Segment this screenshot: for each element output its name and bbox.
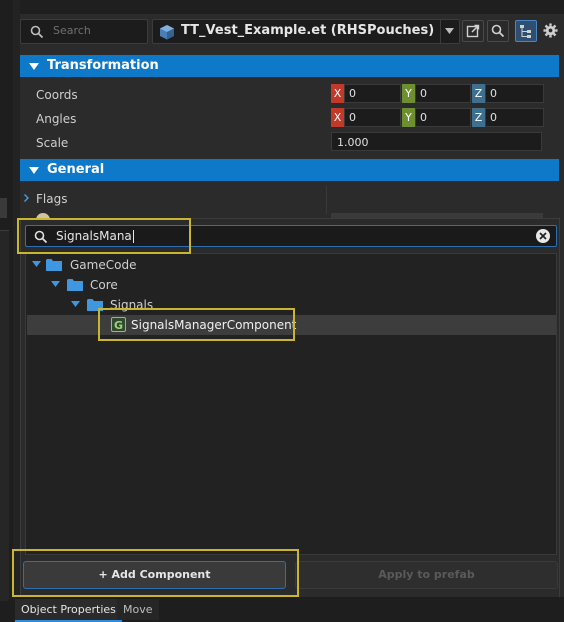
entity-dropdown-arrow[interactable] (440, 20, 459, 43)
object-search-input[interactable]: Search (20, 19, 148, 44)
tree-item-label: Core (90, 278, 118, 292)
settings-button[interactable] (540, 20, 560, 40)
axis-z-badge: Z (472, 108, 485, 127)
hierarchy-button[interactable] (515, 20, 537, 42)
entity-cube-icon (160, 25, 174, 40)
coords-x-input[interactable]: 0 (344, 84, 401, 103)
expand-triangle-icon (71, 301, 80, 307)
clear-search-button[interactable] (536, 229, 550, 243)
general-header[interactable]: General (20, 159, 559, 181)
column-divider (326, 186, 327, 214)
axis-x-badge: X (331, 84, 344, 103)
search-icon (30, 25, 44, 39)
entity-selector[interactable]: TT_Vest_Example.et (RHSPouches) (152, 19, 460, 44)
chevron-right-icon (24, 194, 29, 202)
axis-x-badge: X (331, 108, 344, 127)
expand-triangle-icon (51, 281, 60, 287)
component-tree: GameCode Core Signals G SignalsManagerCo… (25, 253, 557, 555)
folder-icon (67, 279, 83, 291)
tree-item-gamecode[interactable]: GameCode (26, 255, 555, 275)
tree-item-label: Signals (110, 298, 154, 312)
scale-label: Scale (36, 136, 69, 150)
collapse-triangle-icon (29, 63, 39, 70)
add-component-button[interactable]: + Add Component (23, 561, 286, 589)
panel-gutter (13, 0, 20, 622)
coords-y-input[interactable]: 0 (415, 84, 471, 103)
coords-vector: X 0 Y 0 Z 0 (331, 84, 544, 103)
flags-label: Flags (36, 192, 68, 206)
scale-input[interactable]: 1.000 (331, 132, 542, 151)
side-collapse-handle[interactable] (0, 198, 7, 218)
tree-item-signals[interactable]: Signals (26, 295, 555, 315)
left-editor-strip (0, 0, 13, 622)
coords-z-input[interactable]: 0 (485, 84, 544, 103)
gear-icon (543, 23, 558, 38)
axis-y-badge: Y (402, 108, 415, 127)
tree-item-label: SignalsManagerComponent (131, 318, 297, 332)
collapse-triangle-icon (29, 167, 39, 174)
tree-item-label: GameCode (70, 258, 137, 272)
folder-icon (87, 299, 103, 311)
tab-object-properties[interactable]: Object Properties (15, 599, 122, 622)
top-strip (20, 0, 564, 14)
find-button[interactable] (487, 20, 509, 42)
search-icon (491, 24, 505, 38)
chevron-down-icon (445, 28, 454, 34)
tree-item-core[interactable]: Core (26, 275, 555, 295)
angles-z-input[interactable]: 0 (485, 108, 544, 127)
angles-vector: X 0 Y 0 Z 0 (331, 108, 544, 127)
component-g-icon: G (111, 317, 126, 332)
side-panel-edge (0, 230, 9, 601)
open-external-button[interactable] (462, 20, 484, 42)
open-external-icon (466, 24, 480, 38)
coords-label: Coords (36, 88, 78, 102)
transformation-header[interactable]: Transformation (20, 55, 559, 77)
search-placeholder: Search (53, 24, 91, 37)
entity-title: TT_Vest_Example.et (RHSPouches) (181, 23, 435, 38)
search-icon (34, 230, 48, 244)
hierarchy-icon (520, 25, 531, 38)
axis-y-badge: Y (402, 84, 415, 103)
close-icon (539, 232, 547, 240)
component-search-input[interactable]: SignalsMana (25, 225, 557, 247)
apply-to-prefab-button[interactable]: Apply to prefab (295, 561, 558, 589)
angles-y-input[interactable]: 0 (415, 108, 471, 127)
component-search-value: SignalsMana (56, 229, 134, 243)
axis-z-badge: Z (472, 84, 485, 103)
general-title: General (47, 162, 105, 177)
angles-x-input[interactable]: 0 (344, 108, 401, 127)
tree-item-signals-manager-component[interactable]: G SignalsManagerComponent (27, 315, 556, 335)
tab-move[interactable]: Move (117, 599, 159, 620)
expand-triangle-icon (32, 261, 41, 267)
flags-row[interactable]: Flags (20, 186, 559, 210)
transformation-title: Transformation (47, 58, 159, 73)
folder-icon (46, 259, 62, 271)
angles-label: Angles (36, 112, 77, 126)
bottom-tab-bar: Object Properties Move (13, 597, 564, 622)
